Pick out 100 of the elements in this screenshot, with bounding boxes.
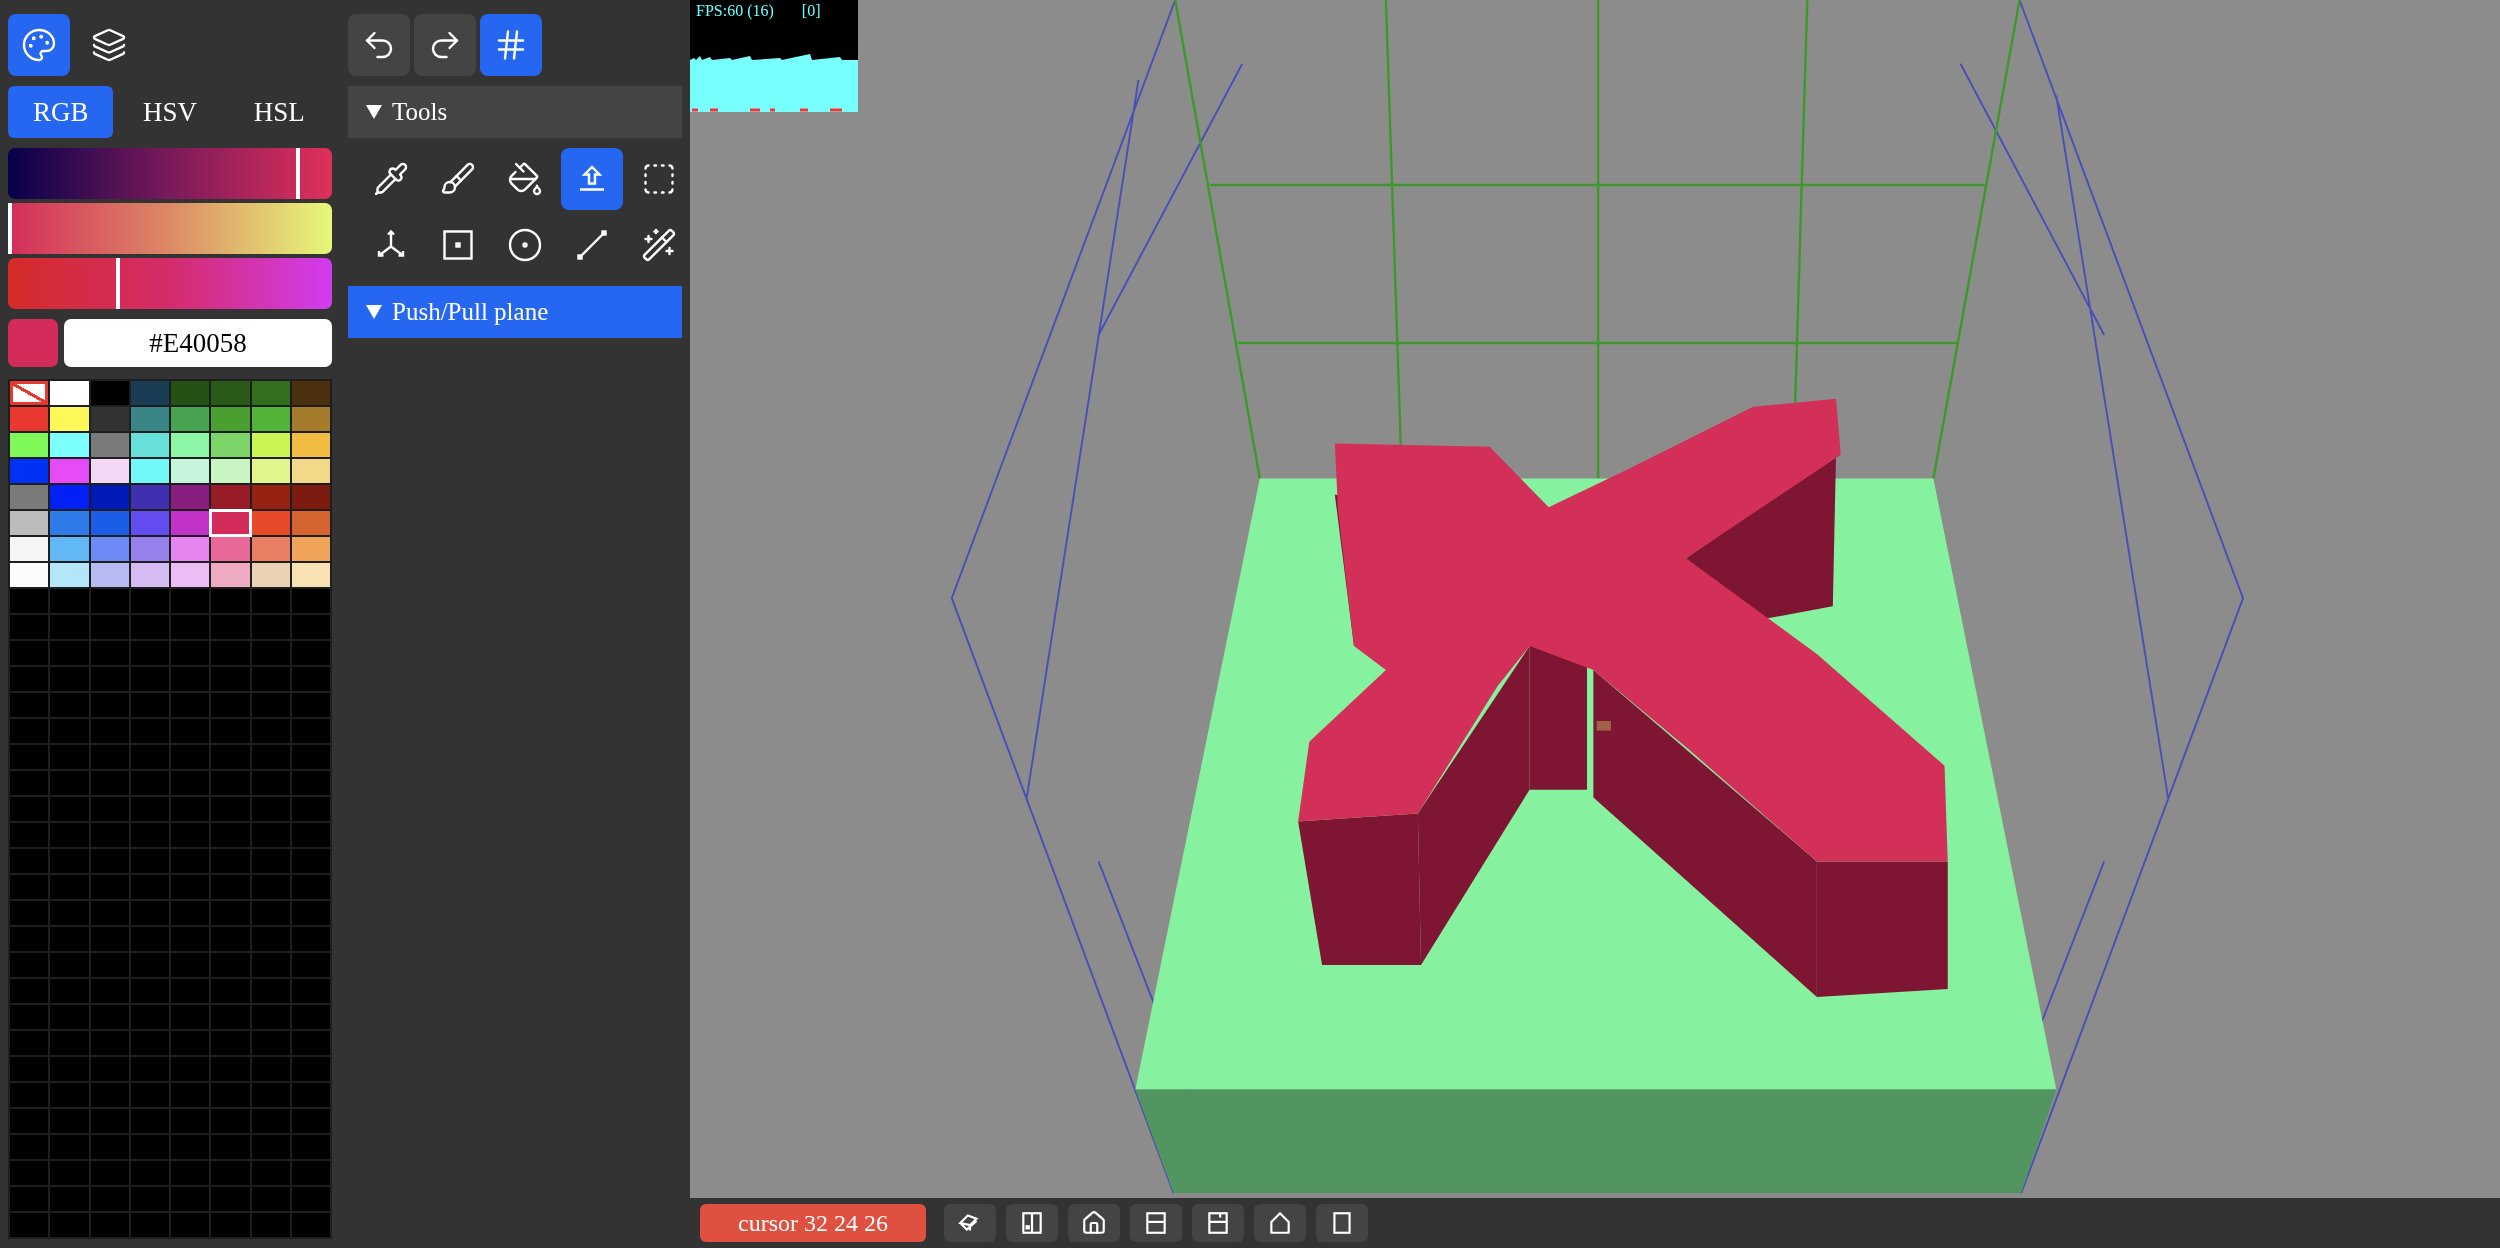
color-swatch[interactable] <box>10 459 49 483</box>
color-swatch[interactable] <box>130 381 169 405</box>
color-swatch[interactable] <box>10 537 49 561</box>
color-swatch[interactable] <box>90 563 129 587</box>
section-header[interactable]: Push/Pull plane <box>348 286 682 338</box>
color-swatch[interactable] <box>50 485 89 509</box>
color-swatch[interactable] <box>50 459 89 483</box>
no-color-swatch[interactable] <box>10 381 49 405</box>
color-swatch[interactable] <box>211 381 250 405</box>
color-swatch[interactable] <box>291 563 330 587</box>
color-swatch[interactable] <box>291 433 330 457</box>
undo-button[interactable] <box>348 14 410 76</box>
color-swatch[interactable] <box>251 511 290 535</box>
color-swatch[interactable] <box>211 407 250 431</box>
redo-button[interactable] <box>414 14 476 76</box>
color-swatch[interactable] <box>211 563 250 587</box>
color-mode-tab[interactable]: RGB <box>8 86 114 138</box>
color-swatch[interactable] <box>10 407 49 431</box>
split-square-icon <box>1205 1210 1231 1236</box>
color-swatch[interactable] <box>130 407 169 431</box>
color-swatch[interactable] <box>291 459 330 483</box>
view-button[interactable] <box>1068 1204 1120 1242</box>
color-swatch[interactable] <box>211 433 250 457</box>
dashed-square-icon <box>641 161 677 197</box>
color-swatch[interactable] <box>171 537 210 561</box>
count-text: [0] <box>801 2 821 20</box>
color-swatch[interactable] <box>171 511 210 535</box>
color-swatch[interactable] <box>171 485 210 509</box>
color-swatch[interactable] <box>251 485 290 509</box>
color-swatch[interactable] <box>10 563 49 587</box>
view-button[interactable] <box>1192 1204 1244 1242</box>
house-outline-icon <box>1267 1210 1293 1236</box>
view-button[interactable] <box>1006 1204 1058 1242</box>
color-swatch[interactable] <box>90 381 129 405</box>
color-swatch[interactable] <box>130 511 169 535</box>
fps-text: FPS:60 (16) <box>696 2 774 20</box>
color-swatch[interactable] <box>50 433 89 457</box>
color-swatch[interactable] <box>291 381 330 405</box>
color-slider[interactable] <box>8 148 332 199</box>
color-swatch[interactable] <box>291 485 330 509</box>
color-swatch[interactable] <box>171 563 210 587</box>
section-header[interactable]: Tools <box>348 86 682 138</box>
palette-tab[interactable] <box>8 14 70 76</box>
color-swatch[interactable] <box>211 537 250 561</box>
color-swatch[interactable] <box>90 485 129 509</box>
color-swatch[interactable] <box>50 407 89 431</box>
magic-wand-icon <box>641 227 677 263</box>
color-swatch[interactable] <box>211 485 250 509</box>
color-swatch[interactable] <box>130 537 169 561</box>
color-swatch[interactable] <box>50 381 89 405</box>
color-swatch[interactable] <box>90 407 129 431</box>
hex-input-field[interactable]: #E40058 <box>64 319 332 367</box>
color-swatch[interactable] <box>251 381 290 405</box>
triangle-icon <box>366 105 382 119</box>
slider-thumb[interactable] <box>7 203 12 254</box>
color-swatch[interactable] <box>251 433 290 457</box>
triangle-icon <box>366 305 382 319</box>
color-swatch[interactable] <box>171 433 210 457</box>
color-swatch[interactable] <box>130 563 169 587</box>
grid-toggle[interactable] <box>480 14 542 76</box>
color-swatch[interactable] <box>130 485 169 509</box>
view-button[interactable] <box>944 1204 996 1242</box>
color-swatch[interactable] <box>90 511 129 535</box>
slider-thumb[interactable] <box>295 148 300 199</box>
color-swatch[interactable] <box>251 537 290 561</box>
tool-button[interactable] <box>561 148 623 210</box>
slider-thumb[interactable] <box>116 258 121 309</box>
color-swatch[interactable] <box>171 407 210 431</box>
color-swatch[interactable] <box>251 563 290 587</box>
color-slider[interactable] <box>8 258 332 309</box>
color-mode-tab[interactable]: HSV <box>117 86 223 138</box>
color-swatch[interactable] <box>10 433 49 457</box>
color-swatch[interactable] <box>130 433 169 457</box>
color-swatch[interactable] <box>291 537 330 561</box>
cursor-coordinates: cursor 32 24 26 <box>700 1204 926 1242</box>
color-swatch[interactable] <box>10 485 49 509</box>
color-swatch[interactable] <box>211 459 250 483</box>
color-mode-tab[interactable]: HSL <box>226 86 332 138</box>
view-button[interactable] <box>1254 1204 1306 1242</box>
view-button[interactable] <box>1130 1204 1182 1242</box>
panel-icon <box>1019 1210 1045 1236</box>
color-swatch[interactable] <box>90 433 129 457</box>
color-swatch[interactable] <box>211 511 250 535</box>
layers-icon <box>91 27 127 63</box>
color-swatch[interactable] <box>251 407 290 431</box>
color-swatch[interactable] <box>50 537 89 561</box>
color-swatch[interactable] <box>171 459 210 483</box>
color-swatch[interactable] <box>171 381 210 405</box>
view-button[interactable] <box>1316 1204 1368 1242</box>
color-swatch[interactable] <box>90 459 129 483</box>
color-swatch[interactable] <box>291 407 330 431</box>
color-swatch[interactable] <box>251 459 290 483</box>
color-slider[interactable] <box>8 203 332 254</box>
color-swatch[interactable] <box>50 563 89 587</box>
color-swatch[interactable] <box>130 459 169 483</box>
split-square-icon <box>1143 1210 1169 1236</box>
color-swatch[interactable] <box>10 511 49 535</box>
color-swatch[interactable] <box>50 511 89 535</box>
color-swatch[interactable] <box>291 511 330 535</box>
color-swatch[interactable] <box>90 537 129 561</box>
